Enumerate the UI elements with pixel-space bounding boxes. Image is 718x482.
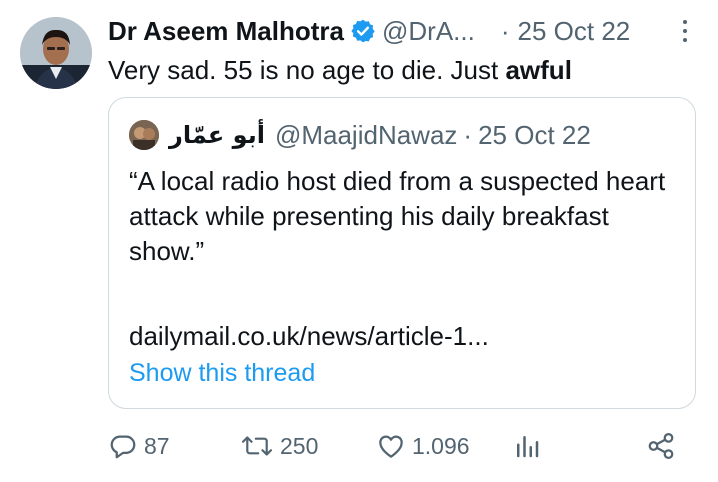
tweet-actions: 87 250 1.096 (0, 424, 718, 468)
verified-badge-icon (350, 18, 376, 44)
tweet-text: Very sad. 55 is no age to die. Just awfu… (108, 54, 572, 86)
separator-dot: · (463, 119, 473, 150)
reply-icon (108, 431, 138, 461)
show-thread-link[interactable]: Show this thread (129, 356, 315, 390)
tweet-header: Dr Aseem Malhotra @DrA... · 25 Oct 22 (108, 14, 630, 48)
tweet[interactable]: Dr Aseem Malhotra @DrA... · 25 Oct 22 Ve… (0, 0, 718, 482)
avatar[interactable] (20, 17, 92, 89)
heart-icon (376, 431, 406, 461)
tweet-text-bold: awful (505, 55, 572, 85)
separator-dot: · (500, 15, 510, 46)
quoted-tweet-date: 25 Oct 22 (478, 119, 591, 150)
retweet-count: 250 (280, 432, 319, 459)
more-vertical-icon[interactable] (678, 18, 692, 44)
views-button[interactable] (512, 424, 542, 468)
share-icon (646, 431, 676, 461)
views-icon (512, 431, 542, 461)
like-count: 1.096 (412, 432, 470, 459)
quoted-tweet-text: “A local radio host died from a suspecte… (129, 166, 666, 266)
quoted-author-name[interactable]: أبو عمّار (169, 121, 265, 149)
quoted-tweet[interactable]: أبو عمّار @MaajidNawaz · 25 Oct 22 “A lo… (108, 97, 696, 409)
author-name[interactable]: Dr Aseem Malhotra (108, 16, 344, 47)
share-button[interactable] (646, 424, 676, 468)
quoted-tweet-header: أبو عمّار @MaajidNawaz · 25 Oct 22 (129, 118, 591, 152)
quoted-tweet-link[interactable]: dailymail.co.uk/news/article-1... (129, 319, 489, 354)
quoted-author-handle[interactable]: @MaajidNawaz (275, 120, 457, 151)
author-handle[interactable]: @DrA... (382, 16, 475, 47)
tweet-text-body: Very sad. 55 is no age to die. Just (108, 55, 506, 85)
reply-count: 87 (144, 432, 170, 459)
reply-button[interactable]: 87 (108, 424, 170, 468)
tweet-date[interactable]: 25 Oct 22 (518, 16, 631, 47)
retweet-icon (240, 431, 274, 461)
like-button[interactable]: 1.096 (376, 424, 470, 468)
quoted-avatar[interactable] (129, 120, 159, 150)
retweet-button[interactable]: 250 (240, 424, 318, 468)
